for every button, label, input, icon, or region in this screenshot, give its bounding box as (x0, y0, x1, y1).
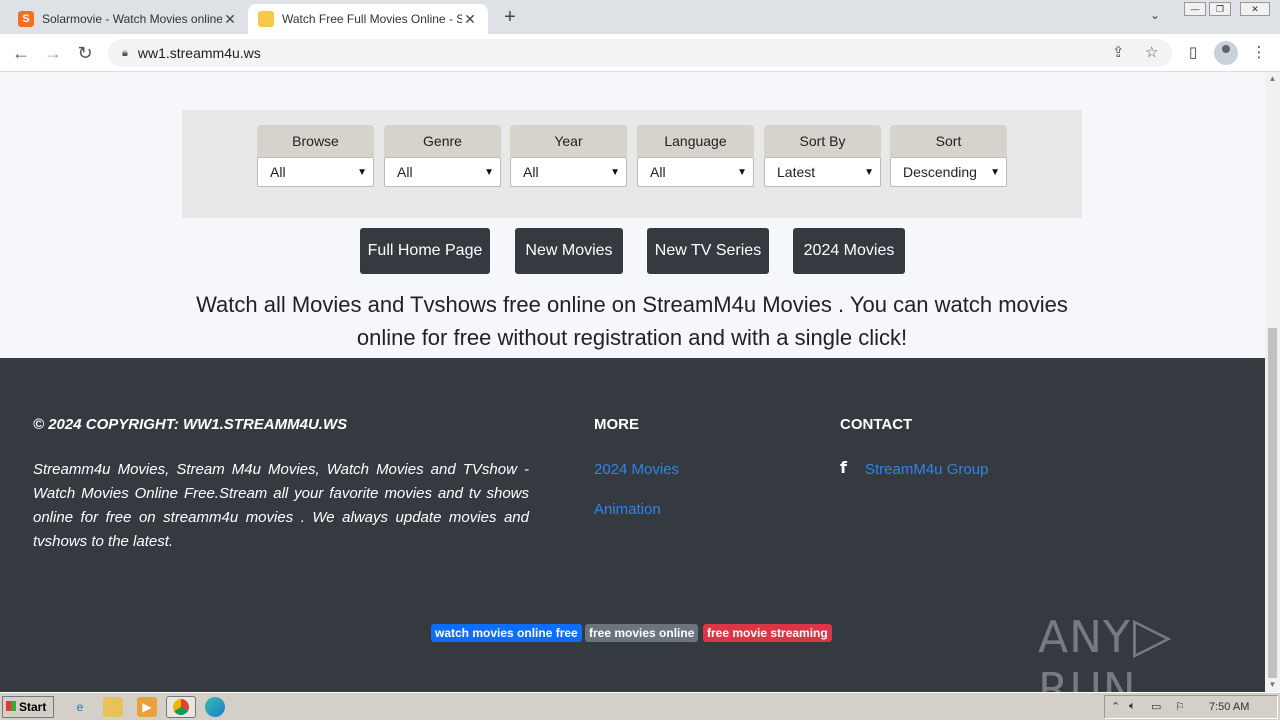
solarmovie-favicon-icon: S (18, 11, 34, 27)
system-tray: ⌃ 🔈︎ ▭ ⚐ 7:50 AM (1104, 695, 1278, 719)
reload-icon[interactable]: ↻ (74, 42, 96, 64)
share-icon[interactable]: ⇪ (1112, 39, 1125, 67)
scroll-down-arrow-icon[interactable]: ▼ (1265, 678, 1280, 692)
play-triangle-icon: ▷ (1132, 606, 1173, 664)
scrollbar-thumb[interactable] (1268, 328, 1277, 678)
scroll-up-arrow-icon[interactable]: ▲ (1265, 72, 1280, 86)
site-tagline: Watch all Movies and Tvshows free online… (196, 292, 1068, 350)
filter-label: Genre (384, 125, 501, 157)
restore-button[interactable]: ❐ (1209, 2, 1231, 16)
browse-select[interactable]: All ▼ (257, 157, 374, 187)
profile-avatar-icon[interactable] (1214, 41, 1238, 65)
full-home-page-button[interactable]: Full Home Page (360, 228, 490, 274)
year-select[interactable]: All ▼ (510, 157, 627, 187)
footer-link-streamm4u-group[interactable]: StreamM4u Group (865, 461, 988, 478)
menu-kebab-icon[interactable]: ⋮ (1248, 42, 1270, 64)
close-window-button[interactable]: ✕ (1240, 2, 1270, 16)
filter-label: Browse (257, 125, 374, 157)
flag-icon[interactable]: ⚐ (1175, 700, 1185, 713)
browser-tab-strip: S Solarmovie - Watch Movies online Ho ✕ … (0, 0, 1280, 34)
more-heading: MORE (594, 416, 639, 433)
address-bar[interactable]: 🔒︎ ww1.streamm4u.ws ⇪ ☆ (108, 39, 1172, 67)
filter-language: Language All ▼ (637, 125, 754, 187)
badge-free-movie-streaming[interactable]: free movie streaming (703, 624, 832, 642)
new-tv-series-button[interactable]: New TV Series (647, 228, 769, 274)
tab-title: Solarmovie - Watch Movies online Ho (42, 12, 222, 26)
tab-close-icon[interactable]: ✕ (222, 11, 238, 28)
watermark-left: ANY (1038, 612, 1131, 663)
tab-close-icon[interactable]: ✕ (462, 11, 478, 28)
filter-label: Sort By (764, 125, 881, 157)
new-movies-button[interactable]: New Movies (515, 228, 623, 274)
badge-watch-movies-online-free[interactable]: watch movies online free (431, 624, 582, 642)
new-tab-button[interactable]: + (498, 6, 522, 30)
sort-by-select[interactable]: Latest ▼ (764, 157, 881, 187)
minimize-button[interactable]: — (1184, 2, 1206, 16)
tab-search-chevron-icon[interactable]: ⌄ (1150, 8, 1160, 22)
select-value: All (270, 164, 286, 180)
chevron-down-icon: ▼ (737, 166, 747, 178)
filter-sort-by: Sort By Latest ▼ (764, 125, 881, 187)
badge-free-movies-online[interactable]: free movies online (585, 624, 699, 642)
clock[interactable]: 7:50 AM (1209, 701, 1249, 713)
filter-panel: Browse All ▼ Genre All ▼ Year All ▼ Languag… (182, 110, 1082, 218)
browser-toolbar: ← → ↻ 🔒︎ ww1.streamm4u.ws ⇪ ☆ ▯ ⋮ (0, 34, 1280, 72)
genre-select[interactable]: All ▼ (384, 157, 501, 187)
facebook-icon: f (840, 458, 847, 477)
chrome-taskbar-button[interactable] (166, 696, 196, 718)
filter-sort: Sort Descending ▼ (890, 125, 1007, 187)
copyright-text: © 2024 COPYRIGHT: WW1.STREAMM4U.WS (33, 416, 348, 433)
chevron-down-icon: ▼ (484, 166, 494, 178)
contact-heading: CONTACT (840, 416, 913, 433)
chevron-down-icon: ▼ (357, 166, 367, 178)
page-scrollbar[interactable]: ▲ ▼ (1265, 72, 1280, 692)
file-explorer-icon[interactable] (103, 697, 123, 717)
side-panel-icon[interactable]: ▯ (1182, 42, 1204, 64)
page-viewport: Browse All ▼ Genre All ▼ Year All ▼ Languag… (0, 72, 1265, 692)
bookmark-star-icon[interactable]: ☆ (1145, 39, 1158, 67)
chevron-down-icon: ▼ (864, 166, 874, 178)
site-footer: © 2024 COPYRIGHT: WW1.STREAMM4U.WS Strea… (0, 358, 1265, 692)
filter-label: Year (510, 125, 627, 157)
chevron-down-icon: ▼ (990, 166, 1000, 178)
tab-solarmovie[interactable]: S Solarmovie - Watch Movies online Ho ✕ (8, 4, 248, 34)
select-value: Descending (903, 164, 977, 180)
footer-about-text: Streamm4u Movies, Stream M4u Movies, Wat… (33, 461, 529, 550)
footer-link-animation[interactable]: Animation (594, 501, 661, 518)
select-value: All (523, 164, 539, 180)
anyrun-watermark: ANY▷RUN (1038, 606, 1265, 692)
select-value: All (397, 164, 413, 180)
back-arrow-icon[interactable]: ← (10, 42, 32, 64)
network-icon[interactable]: ▭ (1151, 700, 1161, 713)
select-value: All (650, 164, 666, 180)
filter-label: Sort (890, 125, 1007, 157)
filter-year: Year All ▼ (510, 125, 627, 187)
chrome-icon (173, 699, 189, 715)
footer-link-2024-movies[interactable]: 2024 Movies (594, 461, 679, 478)
streamm4u-favicon-icon (258, 11, 274, 27)
tab-title: Watch Free Full Movies Online - Stre (282, 12, 462, 26)
edge-icon[interactable] (205, 697, 225, 717)
chevron-down-icon: ▼ (610, 166, 620, 178)
filter-browse: Browse All ▼ (257, 125, 374, 187)
windows-taskbar: Start e ▶ ⌃ 🔈︎ ▭ ⚐ 7:50 AM (0, 692, 1280, 720)
2024-movies-button[interactable]: 2024 Movies (793, 228, 905, 274)
select-value: Latest (777, 164, 816, 180)
forward-arrow-icon[interactable]: → (42, 42, 64, 64)
sort-select[interactable]: Descending ▼ (890, 157, 1007, 187)
url-text: ww1.streamm4u.ws (137, 45, 261, 61)
filter-label: Language (637, 125, 754, 157)
tab-streamm4u[interactable]: Watch Free Full Movies Online - Stre ✕ (248, 4, 488, 34)
filter-genre: Genre All ▼ (384, 125, 501, 187)
watermark-right: RUN (1038, 664, 1137, 692)
language-select[interactable]: All ▼ (637, 157, 754, 187)
start-button[interactable]: Start (2, 696, 54, 718)
media-player-icon[interactable]: ▶ (137, 697, 157, 717)
lock-icon[interactable]: 🔒︎ (122, 47, 128, 60)
volume-icon[interactable]: 🔈︎ (1129, 700, 1136, 713)
internet-explorer-icon[interactable]: e (70, 697, 90, 717)
tray-expand-icon[interactable]: ⌃ (1111, 700, 1120, 713)
